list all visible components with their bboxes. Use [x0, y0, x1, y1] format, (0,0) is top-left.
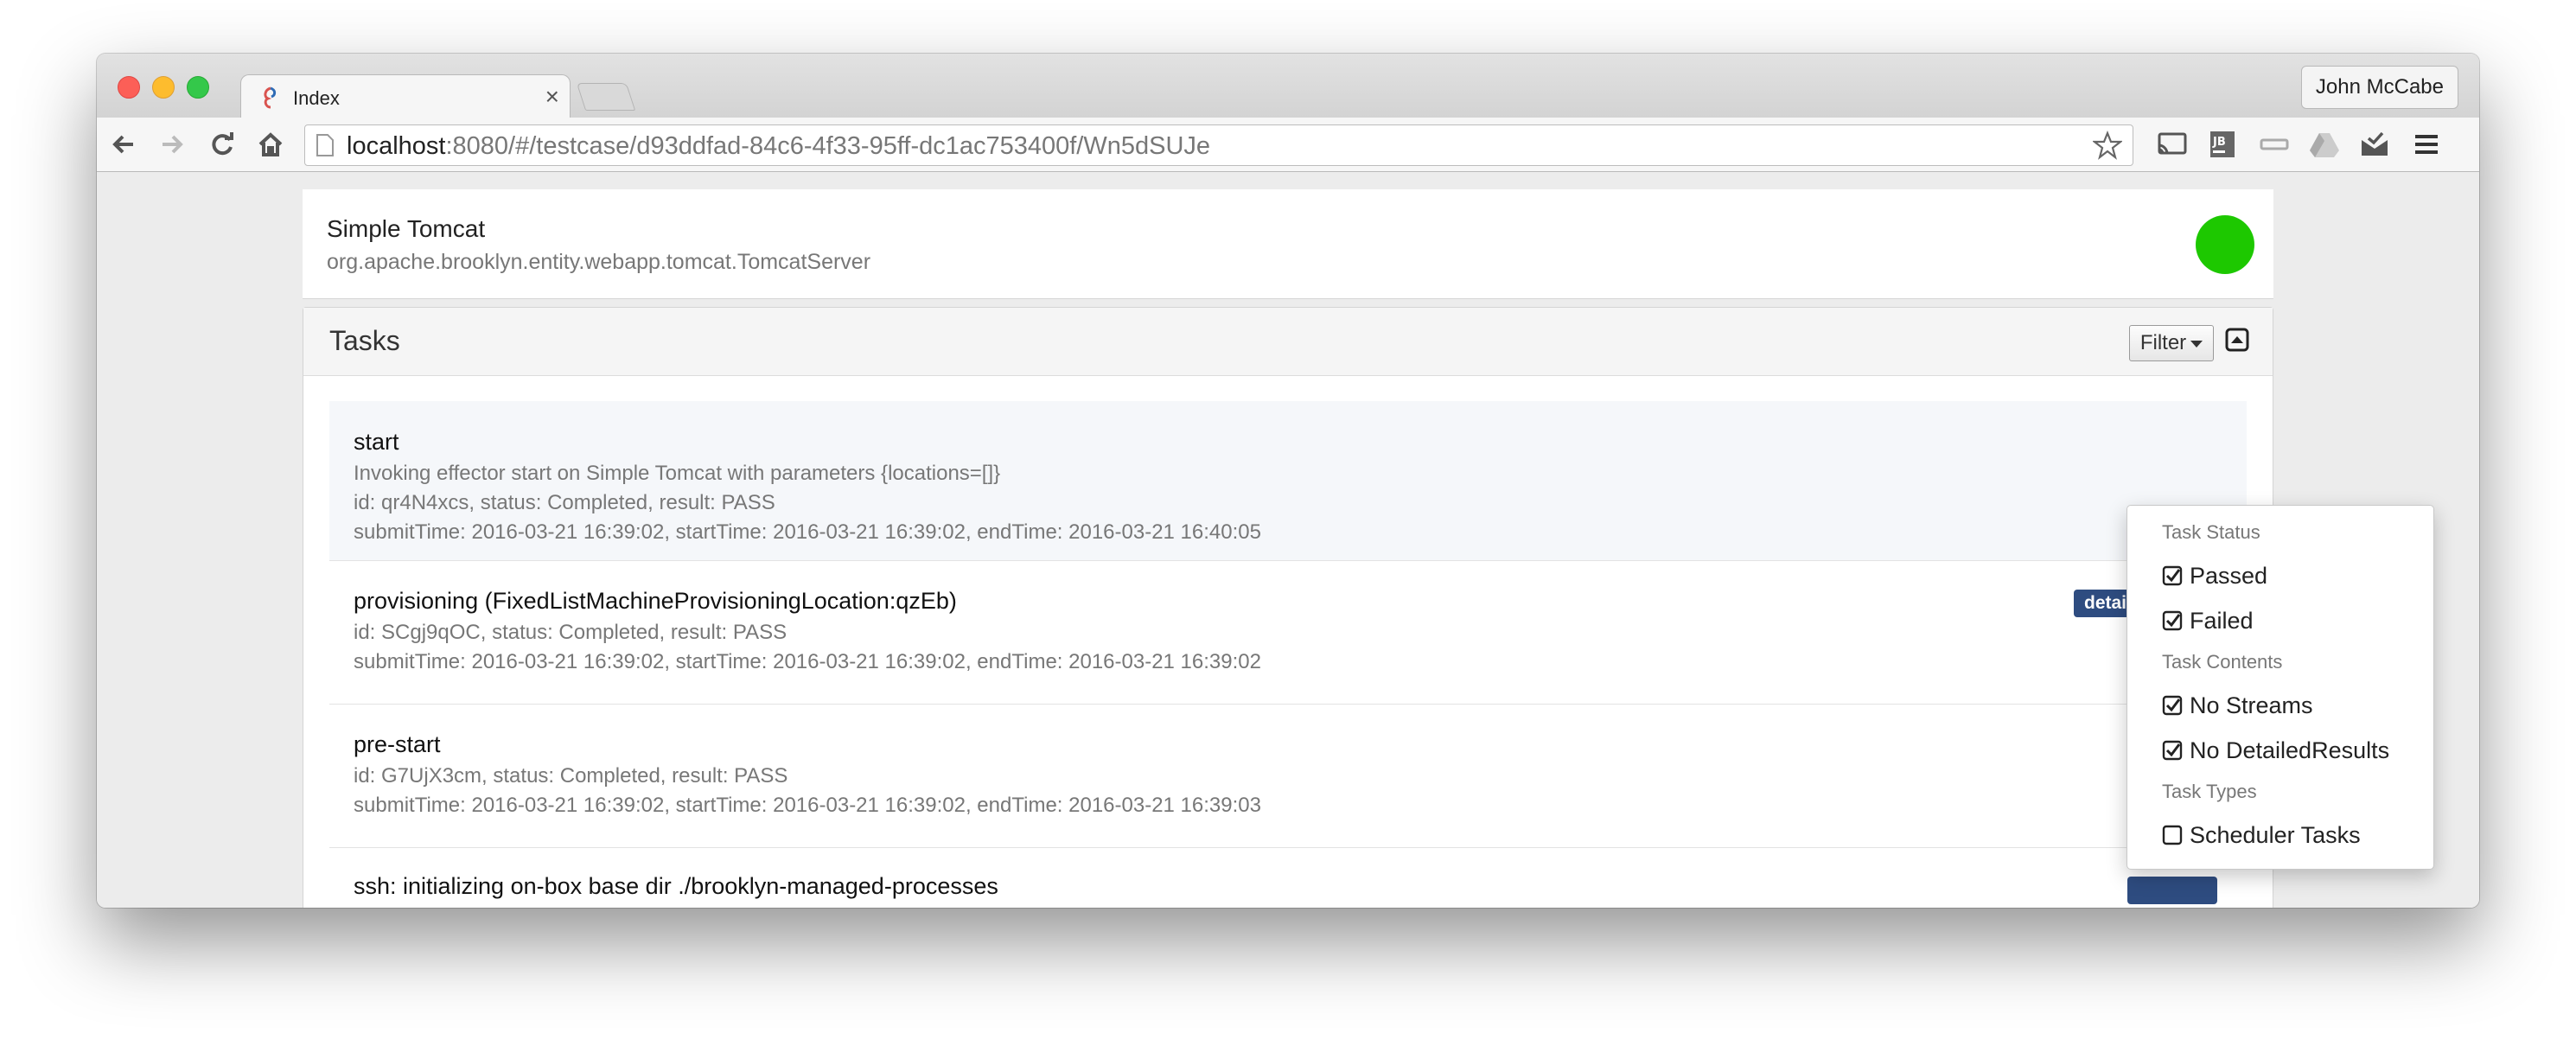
task-contents-header: Task Contents	[2162, 651, 2283, 673]
filter-no-detailed-option[interactable]: No DetailedResults	[2162, 737, 2389, 764]
filter-scheduler-label: Scheduler Tasks	[2190, 822, 2361, 848]
task-meta: id: SCgj9qOC, status: Completed, result:…	[354, 621, 787, 644]
entity-summary: Simple Tomcat org.apache.brooklyn.entity…	[303, 189, 2273, 299]
task-times: submitTime: 2016-03-21 16:39:02, startTi…	[354, 650, 1261, 673]
task-description: Invoking effector start on Simple Tomcat…	[354, 462, 1001, 485]
jetbrains-extension-icon[interactable]: JB	[2206, 130, 2239, 159]
status-indicator-icon	[2196, 215, 2254, 274]
filter-menu: Task Status Passed Failed Task Contents …	[2126, 505, 2434, 870]
chrome-menu-icon[interactable]	[2410, 130, 2443, 159]
filter-no-streams-option[interactable]: No Streams	[2162, 692, 2313, 719]
home-icon[interactable]	[256, 130, 285, 159]
caret-down-icon	[2190, 340, 2203, 348]
filter-failed-label: Failed	[2190, 608, 2254, 634]
details-badge[interactable]	[2127, 877, 2217, 904]
window-close-button[interactable]	[118, 76, 140, 99]
inbox-check-icon[interactable]	[2358, 130, 2391, 159]
task-item[interactable]: ssh: initializing on-box base dir ./broo…	[329, 847, 2247, 908]
entity-name: Simple Tomcat	[327, 215, 486, 242]
filter-no-detailed-label: No DetailedResults	[2190, 737, 2390, 763]
filter-failed-option[interactable]: Failed	[2162, 608, 2254, 635]
window-maximize-button[interactable]	[187, 76, 209, 99]
browser-tab[interactable]: Index ×	[240, 74, 571, 120]
profile-button[interactable]: John McCabe	[2300, 66, 2458, 109]
page-viewport: Simple Tomcat org.apache.brooklyn.entity…	[97, 172, 2479, 908]
reload-icon[interactable]	[207, 130, 237, 159]
collapse-icon[interactable]	[2224, 327, 2250, 353]
filter-scheduler-option[interactable]: Scheduler Tasks	[2162, 822, 2361, 849]
task-meta: id: G7UjX3cm, status: Completed, result:…	[354, 764, 788, 788]
task-times: submitTime: 2016-03-21 16:39:02, startTi…	[354, 794, 1261, 817]
filter-passed-label: Passed	[2190, 563, 2268, 589]
filter-passed-option[interactable]: Passed	[2162, 563, 2267, 590]
entity-type: org.apache.brooklyn.entity.webapp.tomcat…	[327, 250, 871, 274]
url-path: :8080/#/testcase/d93ddfad-84c6-4f33-95ff…	[445, 132, 1211, 160]
slot-extension-icon[interactable]	[2258, 130, 2291, 159]
cast-icon[interactable]	[2156, 130, 2189, 159]
tasks-title: Tasks	[329, 325, 400, 356]
task-name: provisioning (FixedListMachineProvisioni…	[354, 588, 957, 614]
window-minimize-button[interactable]	[152, 76, 175, 99]
checkbox-checked-icon[interactable]	[2162, 740, 2183, 761]
back-arrow-icon[interactable]	[109, 130, 138, 159]
url-text: localhost:8080/#/testcase/d93ddfad-84c6-…	[347, 132, 1210, 161]
url-host: localhost	[347, 132, 446, 160]
browser-window: Index × John McCabe localhost:8080/#/tes…	[97, 54, 2479, 908]
task-types-header: Task Types	[2162, 781, 2257, 802]
task-item[interactable]: pre-start id: G7UjX3cm, status: Complete…	[329, 704, 2247, 848]
task-item[interactable]: provisioning (FixedListMachineProvisioni…	[329, 560, 2247, 705]
task-name: start	[354, 429, 399, 455]
brooklyn-favicon-icon	[264, 86, 277, 109]
tasks-header: Tasks Filter	[303, 308, 2273, 376]
task-status-header: Task Status	[2162, 521, 2260, 543]
browser-toolbar: localhost:8080/#/testcase/d93ddfad-84c6-…	[97, 118, 2479, 172]
task-item[interactable]: start Invoking effector start on Simple …	[329, 401, 2247, 561]
checkbox-unchecked-icon[interactable]	[2162, 825, 2183, 845]
address-bar[interactable]: localhost:8080/#/testcase/d93ddfad-84c6-…	[304, 124, 2133, 166]
forward-arrow-icon[interactable]	[157, 130, 187, 159]
tab-title: Index	[293, 87, 340, 109]
drive-icon[interactable]	[2308, 130, 2341, 159]
checkbox-checked-icon[interactable]	[2162, 610, 2183, 631]
task-name: ssh: initializing on-box base dir ./broo…	[354, 873, 998, 899]
tab-close-icon[interactable]: ×	[545, 83, 559, 111]
new-tab-button[interactable]	[576, 83, 636, 111]
filter-dropdown-button[interactable]: Filter	[2129, 325, 2214, 361]
task-name: pre-start	[354, 731, 441, 757]
task-times: submitTime: 2016-03-21 16:39:02, startTi…	[354, 520, 1261, 544]
tasks-panel: Tasks Filter start Invoking effector sta…	[303, 307, 2273, 908]
filter-no-streams-label: No Streams	[2190, 692, 2313, 718]
bookmark-star-icon[interactable]	[2093, 131, 2122, 160]
checkbox-checked-icon[interactable]	[2162, 695, 2183, 716]
task-meta: id: qr4N4xcs, status: Completed, result:…	[354, 491, 775, 514]
svg-text:JB: JB	[2212, 136, 2226, 149]
checkbox-checked-icon[interactable]	[2162, 565, 2183, 586]
filter-label: Filter	[2139, 331, 2187, 354]
page-icon	[316, 134, 334, 156]
tab-strip: Index × John McCabe	[97, 54, 2479, 120]
